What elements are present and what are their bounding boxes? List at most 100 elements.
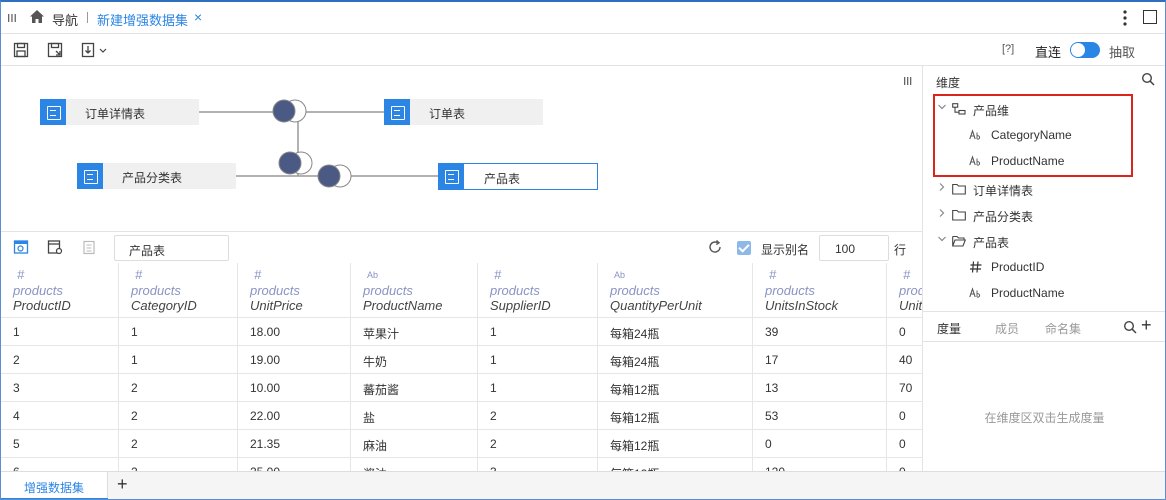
tab-navigation[interactable]: 导航 <box>52 10 78 29</box>
table-cell[interactable]: 0 <box>887 458 922 471</box>
tab-members[interactable]: 成员 <box>995 320 1019 337</box>
tree-item[interactable]: ProductID <box>969 258 1143 278</box>
column-header[interactable]: Ab products ProductName <box>351 263 478 318</box>
table-cell[interactable]: 苹果汁 <box>351 318 478 346</box>
table-node-order-details[interactable]: 订单详情表 <box>40 99 199 125</box>
tree-item-label: ProductName <box>991 286 1065 300</box>
table-cell[interactable]: 1 <box>119 346 238 374</box>
table-cell[interactable]: 2 <box>478 430 598 458</box>
folder-icon <box>952 183 966 195</box>
add-measure-button[interactable]: + <box>1141 315 1152 336</box>
table-cell[interactable]: 1 <box>1 318 119 346</box>
table-cell[interactable]: 牛奶 <box>351 346 478 374</box>
table-cell[interactable]: 0 <box>887 402 922 430</box>
tab-new-enhanced-dataset[interactable]: 新建增强数据集 <box>97 10 188 29</box>
table-cell[interactable]: 每箱12瓶 <box>598 430 753 458</box>
table-cell[interactable]: 酱油 <box>351 458 478 471</box>
tab-measures[interactable]: 度量 <box>937 320 961 337</box>
tree-item[interactable]: 产品分类表 <box>937 206 1143 226</box>
table-cell[interactable]: 每箱12瓶 <box>598 402 753 430</box>
table-cell[interactable]: 2 <box>119 402 238 430</box>
table-cell[interactable]: 2 <box>119 374 238 402</box>
table-cell[interactable]: 10.00 <box>238 374 351 402</box>
home-icon[interactable] <box>29 9 45 25</box>
table-cell[interactable]: 39 <box>753 318 887 346</box>
table-cell[interactable]: 3 <box>478 458 598 471</box>
refresh-icon[interactable] <box>707 239 723 255</box>
table-node-products[interactable]: 产品表 <box>438 163 598 190</box>
tree-item[interactable]: ProductName <box>969 284 1143 304</box>
menu-toggle-icon[interactable] <box>7 12 17 24</box>
column-header[interactable]: # products ProductID <box>1 263 119 318</box>
maximize-icon[interactable] <box>1143 10 1157 24</box>
tree-item[interactable]: 产品表 <box>937 232 1143 252</box>
table-cell[interactable]: 120 <box>753 458 887 471</box>
direct-extract-toggle[interactable] <box>1070 42 1100 58</box>
column-header[interactable]: #productsUnitsOnOrder <box>887 263 922 318</box>
save-icon[interactable] <box>13 42 29 58</box>
table-cell[interactable]: 13 <box>753 374 887 402</box>
measure-search-icon[interactable] <box>1123 320 1137 334</box>
table-cell[interactable]: 麻油 <box>351 430 478 458</box>
collapse-panel-icon[interactable] <box>904 76 912 89</box>
table-cell[interactable]: 1 <box>478 346 598 374</box>
table-node-product-category[interactable]: 产品分类表 <box>77 163 236 189</box>
table-cell[interactable]: 2 <box>1 346 119 374</box>
chevron-right-icon[interactable] <box>937 182 947 195</box>
table-name-field[interactable]: 产品表 <box>114 235 229 261</box>
table-cell[interactable]: 每箱12瓶 <box>598 374 753 402</box>
row-count-input[interactable]: 100 <box>819 235 889 261</box>
join-icon-orders[interactable] <box>272 99 307 123</box>
table-cell[interactable]: 22.00 <box>238 402 351 430</box>
table-cell[interactable]: 蕃茄酱 <box>351 374 478 402</box>
column-header[interactable]: Ab products QuantityPerUnit <box>598 263 753 318</box>
column-header[interactable]: # products SupplierID <box>478 263 598 318</box>
table-cell[interactable]: 2 <box>478 402 598 430</box>
tree-item[interactable]: 订单详情表 <box>937 180 1143 200</box>
column-header[interactable]: # products UnitPrice <box>238 263 351 318</box>
table-node-orders[interactable]: 订单表 <box>384 99 543 125</box>
tab-close-icon[interactable]: × <box>194 9 202 25</box>
table-cell[interactable]: 盐 <box>351 402 478 430</box>
more-options-icon[interactable] <box>1118 8 1132 28</box>
table-cell[interactable]: 1 <box>119 318 238 346</box>
search-icon[interactable] <box>1141 72 1155 86</box>
preview-data-icon[interactable] <box>13 239 29 255</box>
table-cell[interactable]: 0 <box>887 430 922 458</box>
table-cell[interactable]: 1 <box>478 374 598 402</box>
chevron-right-icon[interactable] <box>937 208 947 221</box>
table-cell[interactable]: 每箱12瓶 <box>598 458 753 471</box>
table-cell[interactable]: 2 <box>119 430 238 458</box>
table-cell[interactable]: 每箱24瓶 <box>598 346 753 374</box>
join-icon-category[interactable] <box>278 151 313 175</box>
export-dropdown-icon[interactable] <box>81 42 109 58</box>
tab-named-sets[interactable]: 命名集 <box>1045 320 1081 337</box>
help-icon[interactable]: [?] <box>1002 43 1014 55</box>
table-cell[interactable]: 1 <box>478 318 598 346</box>
table-cell[interactable]: 18.00 <box>238 318 351 346</box>
table-cell[interactable]: 0 <box>887 318 922 346</box>
show-alias-checkbox[interactable] <box>737 241 751 255</box>
sheet-tab-enhanced-dataset[interactable]: 增强数据集 <box>1 472 108 499</box>
table-cell[interactable]: 21.35 <box>238 430 351 458</box>
table-cell[interactable]: 4 <box>1 402 119 430</box>
add-sheet-button[interactable]: + <box>117 474 128 495</box>
table-settings-icon[interactable] <box>47 239 63 255</box>
column-header[interactable]: # products UnitsInStock <box>753 263 887 318</box>
save-as-icon[interactable] <box>47 42 63 58</box>
join-icon-products[interactable] <box>317 164 352 188</box>
table-cell[interactable]: 19.00 <box>238 346 351 374</box>
table-cell[interactable]: 2 <box>119 458 238 471</box>
table-cell[interactable]: 53 <box>753 402 887 430</box>
table-cell[interactable]: 0 <box>753 430 887 458</box>
chevron-down-icon[interactable] <box>937 234 947 247</box>
table-cell[interactable]: 每箱24瓶 <box>598 318 753 346</box>
table-cell[interactable]: 5 <box>1 430 119 458</box>
table-cell[interactable]: 3 <box>1 374 119 402</box>
column-header[interactable]: # products CategoryID <box>119 263 238 318</box>
table-cell[interactable]: 17 <box>753 346 887 374</box>
table-cell[interactable]: 25.00 <box>238 458 351 471</box>
table-cell[interactable]: 6 <box>1 458 119 471</box>
table-cell[interactable]: 70 <box>887 374 922 402</box>
table-cell[interactable]: 40 <box>887 346 922 374</box>
